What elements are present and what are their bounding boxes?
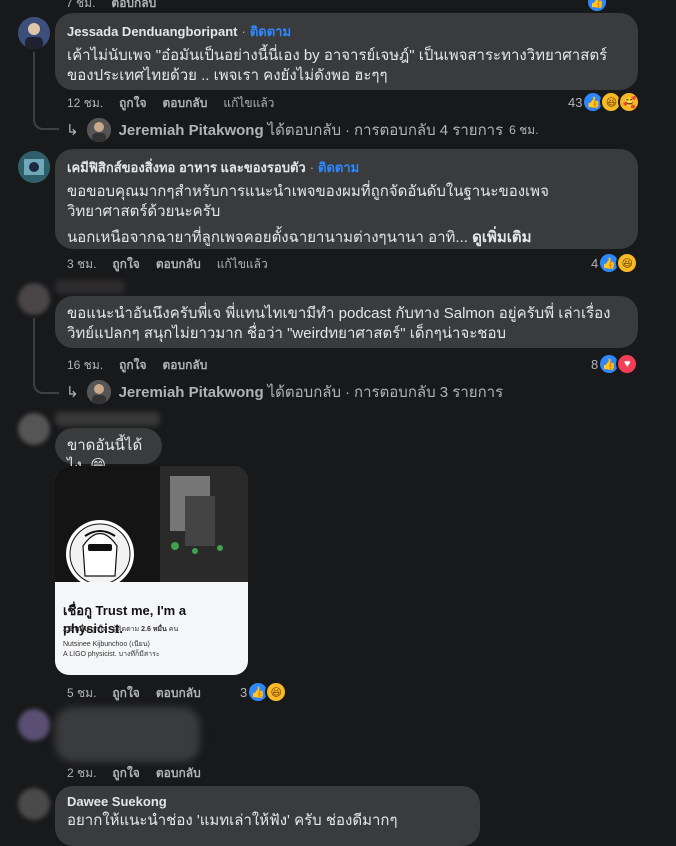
follow-button[interactable]: ติดตาม bbox=[318, 160, 359, 175]
card-followers-number: 2.6 หมื่น bbox=[141, 626, 167, 633]
comment-bubble: Dawee Suekong อยากให้แนะนำช่อง 'แมทเล่าใ… bbox=[55, 786, 480, 846]
card-followers-label: ผู้ติดตาม bbox=[112, 626, 140, 633]
comment-bubble: Jessada Denduangboripant · ติดตาม เค้าไม่น… bbox=[55, 13, 638, 90]
reply-button[interactable]: ตอบกลับ bbox=[156, 764, 201, 783]
blurred-author-name bbox=[55, 280, 125, 294]
avatar bbox=[86, 118, 111, 142]
card-likes-number: 2.5 หมื่น bbox=[63, 626, 89, 633]
reaction-count: 43 bbox=[568, 94, 583, 110]
avatar[interactable] bbox=[18, 151, 50, 183]
reaction-summary[interactable]: 3 👍 😆 bbox=[240, 681, 288, 703]
haha-icon: 😆 bbox=[616, 252, 639, 274]
comment-text-continued: นอกเหนือจากฉายาที่ลูกเพจคอยตั้งฉายานามต่… bbox=[67, 229, 468, 246]
reply-count: การตอบกลับ 3 รายการ bbox=[354, 384, 504, 401]
thread-curve bbox=[33, 378, 59, 394]
care-icon: 🥰 bbox=[618, 91, 641, 113]
view-replies-link[interactable]: ↳ Jeremiah Pitakwong ได้ตอบกลับ · การตอบ… bbox=[66, 380, 503, 404]
reply-arrow-icon: ↳ bbox=[66, 384, 79, 401]
blurred-author-name bbox=[55, 412, 160, 426]
like-icon: 👍 bbox=[586, 0, 608, 13]
haha-icon: 😆 bbox=[265, 681, 288, 703]
comment-actions: 2 ชม. ถูกใจ ตอบกลับ bbox=[67, 764, 201, 783]
comment-time[interactable]: 5 ชม. bbox=[67, 684, 96, 703]
love-icon: ♥ bbox=[616, 353, 639, 375]
comment-author[interactable]: เคมีฟิสิกส์ของสิ่งทอ อาหาร และของรอบตัว bbox=[67, 160, 306, 175]
reply-button[interactable]: ตอบกลับ bbox=[111, 0, 156, 13]
comment-bubble: ขาดอันนี้ได้ไง 😁 bbox=[55, 428, 162, 474]
reply-arrow-icon: ↳ bbox=[66, 122, 79, 139]
see-more-link[interactable]: ดูเพิ่มเติม bbox=[472, 229, 531, 246]
card-cover-image bbox=[55, 466, 248, 588]
avatar[interactable] bbox=[18, 413, 50, 445]
comment-bubble: เคมีฟิสิกส์ของสิ่งทอ อาหาร และของรอบตัว ·… bbox=[55, 149, 638, 249]
avatar[interactable] bbox=[18, 283, 50, 315]
card-description: Nutsinee Kijbunchoo (เนียน) A LIGO physi… bbox=[63, 640, 160, 660]
replied-label: ได้ตอบกลับ bbox=[267, 122, 341, 139]
reply-button[interactable]: ตอบกลับ bbox=[163, 356, 208, 375]
avatar bbox=[86, 380, 111, 404]
page-link-card[interactable]: เชื่อกู Trust me, I'm a physicist. 2.5 ห… bbox=[55, 466, 248, 675]
like-button[interactable]: ถูกใจ bbox=[112, 255, 139, 274]
avatar[interactable] bbox=[18, 17, 50, 49]
reaction-summary-top[interactable]: 👍 bbox=[586, 0, 608, 13]
avatar[interactable] bbox=[18, 788, 50, 820]
comment-text: อยากให้แนะนำช่อง 'แมทเล่าให้ฟัง' ครับ ช่… bbox=[67, 812, 398, 829]
comment-time[interactable]: 16 ชม. bbox=[67, 356, 103, 375]
thread-line bbox=[33, 52, 35, 112]
comment-actions: 16 ชม. ถูกใจ ตอบกลับ bbox=[67, 356, 207, 375]
comment-bubble: ขอแนะนำอันนึงครับพี่เจ พี่แทนไทเขามีทำ p… bbox=[55, 296, 638, 348]
edited-label[interactable]: แก้ไขแล้ว bbox=[217, 255, 268, 274]
card-likes-label: ถูกใจ bbox=[90, 626, 107, 633]
card-stats: 2.5 หมื่น ถูกใจ · ผู้ติดตาม 2.6 หมื่น คน bbox=[63, 626, 179, 633]
replied-label: ได้ตอบกลับ bbox=[267, 384, 341, 401]
comment-text: เค้าไม่นับเพจ "อ๋อมันเป็นอย่างนี้นี่เอง … bbox=[67, 47, 608, 84]
comment-actions: 3 ชม. ถูกใจ ตอบกลับ แก้ไขแล้ว bbox=[67, 255, 268, 274]
thread-curve bbox=[33, 112, 59, 130]
card-desc-line-1: Nutsinee Kijbunchoo (เนียน) bbox=[63, 641, 150, 648]
reply-time: 6 ชม. bbox=[509, 122, 539, 137]
like-button[interactable]: ถูกใจ bbox=[119, 356, 146, 375]
comment-actions: 12 ชม. ถูกใจ ตอบกลับ แก้ไขแล้ว bbox=[67, 94, 274, 113]
thread-line bbox=[33, 318, 35, 380]
comment-actions: 5 ชม. ถูกใจ ตอบกลับ bbox=[67, 684, 201, 703]
like-button[interactable]: ถูกใจ bbox=[112, 684, 139, 703]
comment-time: 7 ชม. bbox=[66, 0, 96, 10]
reaction-count: 3 bbox=[240, 684, 248, 700]
reaction-summary[interactable]: 4 👍 😆 bbox=[591, 252, 639, 274]
reply-count: การตอบกลับ 4 รายการ bbox=[354, 122, 504, 139]
comment-text: ขอขอบคุณมากๆสำหรับการแนะนำเพจของผมที่ถูก… bbox=[67, 183, 549, 220]
reply-author: Jeremiah Pitakwong bbox=[118, 383, 264, 401]
comment-author[interactable]: Dawee Suekong bbox=[67, 794, 468, 809]
edited-label[interactable]: แก้ไขแล้ว bbox=[223, 94, 274, 113]
like-button[interactable]: ถูกใจ bbox=[119, 94, 146, 113]
avatar[interactable] bbox=[18, 709, 50, 741]
card-followers-unit: คน bbox=[168, 626, 179, 633]
comment-time[interactable]: 2 ชม. bbox=[67, 764, 96, 783]
reply-author: Jeremiah Pitakwong bbox=[118, 121, 264, 139]
reaction-count: 4 bbox=[591, 255, 599, 271]
reply-button[interactable]: ตอบกลับ bbox=[163, 94, 208, 113]
reaction-summary[interactable]: 8 👍 ♥ bbox=[591, 353, 639, 375]
reaction-count: 8 bbox=[591, 356, 599, 372]
blurred-comment-bubble bbox=[55, 707, 200, 762]
like-button[interactable]: ถูกใจ bbox=[112, 764, 139, 783]
card-desc-line-2: A LIGO physicist. บางทีก็มีสาระ bbox=[63, 651, 160, 658]
reply-button[interactable]: ตอบกลับ bbox=[156, 684, 201, 703]
comment-time[interactable]: 12 ชม. bbox=[67, 94, 103, 113]
reaction-summary[interactable]: 43 👍 😆 🥰 bbox=[568, 91, 641, 113]
comment-text: ขอแนะนำอันนึงครับพี่เจ พี่แทนไทเขามีทำ p… bbox=[67, 305, 611, 342]
follow-button[interactable]: ติดตาม bbox=[250, 24, 291, 39]
comment-actions-top: 7 ชม. ตอบกลับ bbox=[66, 0, 156, 13]
view-replies-link[interactable]: ↳ Jeremiah Pitakwong ได้ตอบกลับ · การตอบ… bbox=[66, 118, 539, 142]
comment-time[interactable]: 3 ชม. bbox=[67, 255, 96, 274]
reply-button[interactable]: ตอบกลับ bbox=[156, 255, 201, 274]
comment-author[interactable]: Jessada Denduangboripant bbox=[67, 24, 237, 39]
